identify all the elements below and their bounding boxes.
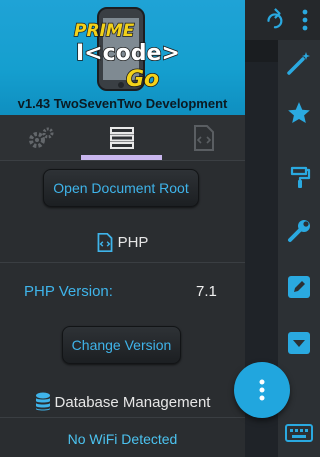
tab-server[interactable] xyxy=(81,115,162,160)
php-title-text: PHP xyxy=(117,233,149,251)
server-icon xyxy=(109,126,134,149)
keyboard-icon[interactable] xyxy=(284,418,314,448)
redo-icon[interactable] xyxy=(263,8,285,30)
database-title-text: Database Management xyxy=(54,393,211,411)
logo-word-code: I<code> xyxy=(76,41,178,66)
code-file-icon xyxy=(193,124,215,151)
magic-wand-icon[interactable] xyxy=(284,48,314,78)
php-section-title: PHP xyxy=(0,230,245,254)
star-icon[interactable] xyxy=(284,98,314,128)
divider xyxy=(0,262,245,263)
change-version-button[interactable]: Change Version xyxy=(62,326,181,364)
tab-code[interactable] xyxy=(162,115,245,160)
paint-roller-icon[interactable] xyxy=(284,162,314,192)
more-vert-icon xyxy=(258,379,266,401)
more-vert-icon[interactable] xyxy=(301,9,309,31)
database-section-title: Database Management xyxy=(0,390,245,414)
top-toolbar xyxy=(245,0,320,40)
divider xyxy=(0,417,245,418)
wrench-icon[interactable] xyxy=(284,216,314,246)
fab-more-button[interactable] xyxy=(234,362,290,418)
version-label: v1.43 TwoSevenTwo Development xyxy=(17,96,228,111)
database-icon xyxy=(35,392,51,412)
code-file-icon xyxy=(97,232,113,252)
selected-tab-indicator xyxy=(81,155,162,160)
gears-icon xyxy=(27,126,55,150)
logo-word-go: Go xyxy=(126,67,159,92)
drawer-header: PRIME I<code> Go v1.43 TwoSevenTwo Devel… xyxy=(0,0,245,115)
navigation-drawer: PRIME I<code> Go v1.43 TwoSevenTwo Devel… xyxy=(0,0,245,457)
app-logo: PRIME I<code> Go xyxy=(68,6,178,92)
php-version-label: PHP Version: xyxy=(24,283,113,300)
wifi-status: No WiFi Detected xyxy=(67,431,178,447)
open-document-root-button[interactable]: Open Document Root xyxy=(43,169,199,207)
drawer-tabs xyxy=(0,115,245,161)
php-version-value: 7.1 xyxy=(196,283,217,300)
tab-settings[interactable] xyxy=(0,115,81,160)
edit-icon[interactable] xyxy=(284,272,314,302)
logo-word-prime: PRIME xyxy=(74,21,135,41)
collapse-icon[interactable] xyxy=(284,328,314,358)
